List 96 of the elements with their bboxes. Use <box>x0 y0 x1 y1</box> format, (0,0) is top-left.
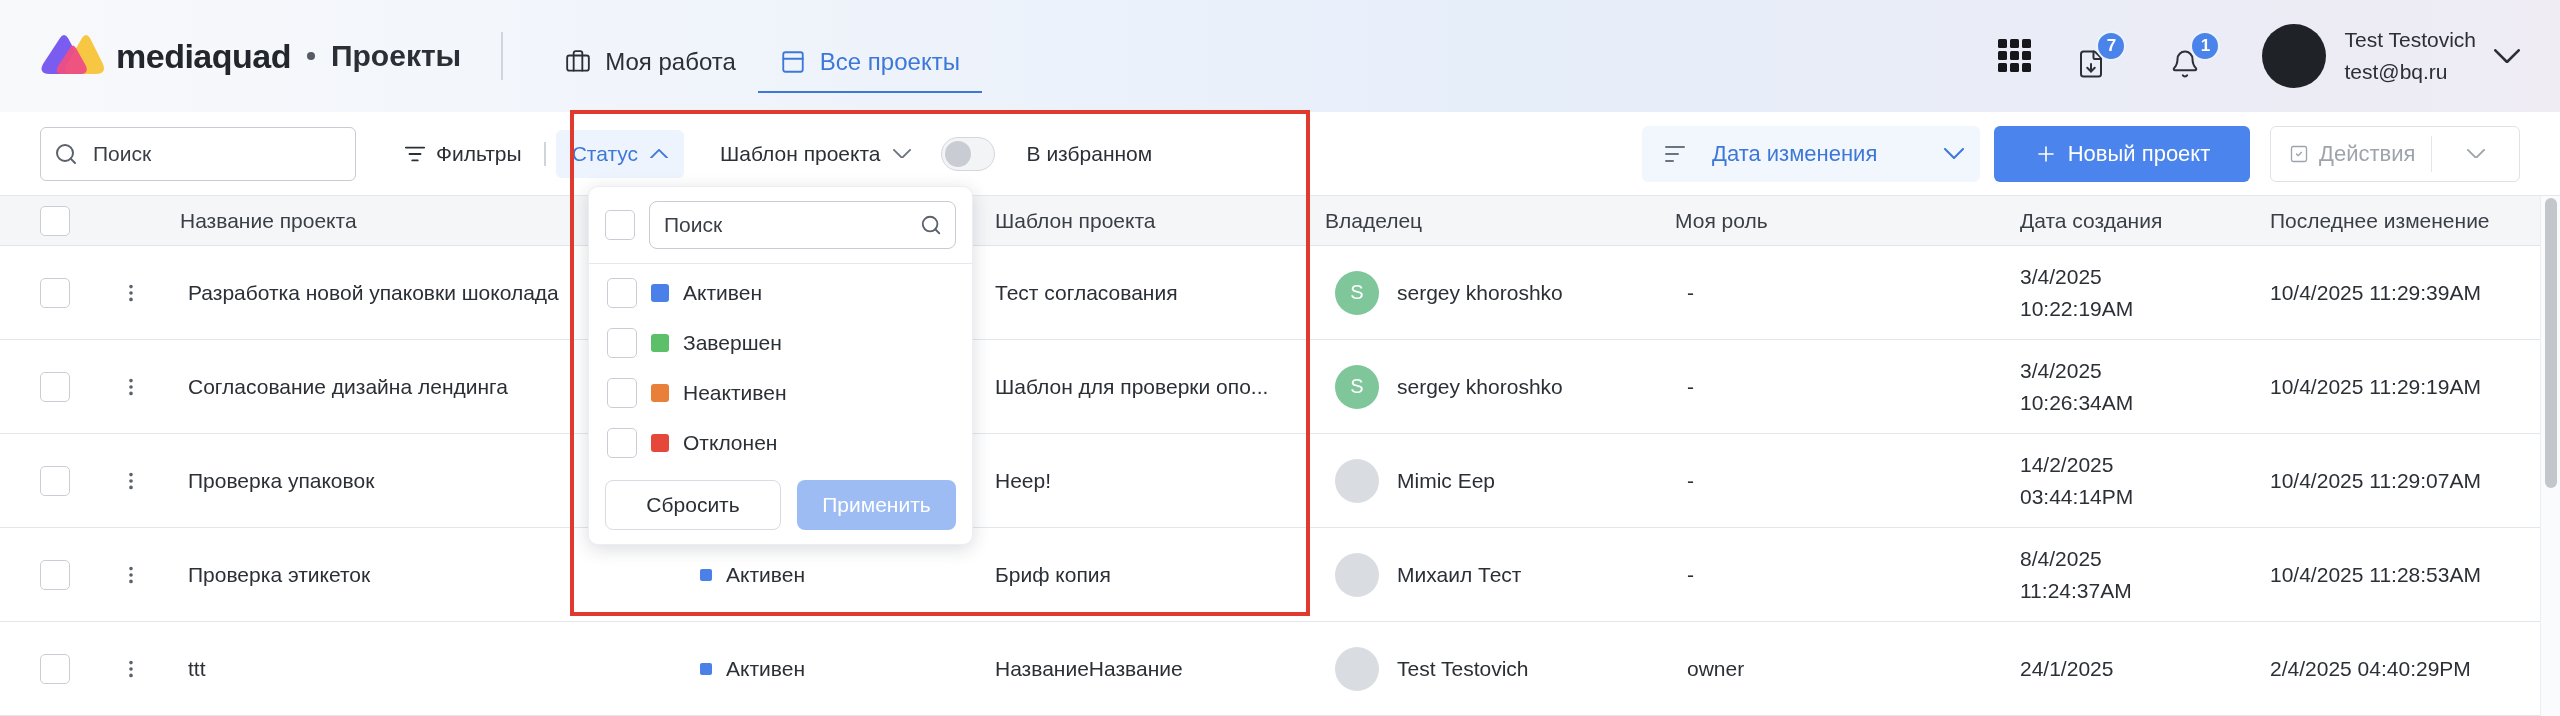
search-icon <box>920 214 942 236</box>
role-text: - <box>1687 374 1694 399</box>
avatar-photo <box>1335 552 1379 597</box>
user-email: test@bq.ru <box>2344 60 2449 84</box>
row-checkbox[interactable] <box>40 653 70 684</box>
project-name[interactable]: ttt <box>188 656 206 681</box>
section-title: Проекты <box>331 39 462 73</box>
option-label[interactable]: Неактивен <box>683 381 787 405</box>
count-badge: 1 <box>2190 31 2221 61</box>
user-name: Test Testovich <box>2344 28 2476 52</box>
modified-date: 2/4/2025 04:40:29PM <box>2270 656 2471 681</box>
select-all-checkbox[interactable] <box>605 210 635 240</box>
role-text: owner <box>1687 656 1745 681</box>
created-time: 10:26:34AM <box>2020 390 2135 415</box>
sort-select[interactable]: Дата изменения <box>1642 125 1980 182</box>
option-checkbox[interactable] <box>607 328 637 358</box>
created-date: 8/4/2025 <box>2020 546 2103 571</box>
modified-date: 10/4/2025 11:29:07AM <box>2270 468 2481 493</box>
dropdown-search-field[interactable]: Поиск <box>649 201 956 249</box>
option-checkbox[interactable] <box>607 428 637 458</box>
column-header: Владелец <box>1325 208 1423 233</box>
chevron-down-icon <box>892 148 911 159</box>
column-header: Название проекта <box>180 208 357 233</box>
template-name: Бриф копия <box>995 562 1111 587</box>
owner-name: Test Testovich <box>1397 656 1529 681</box>
option-checkbox[interactable] <box>607 378 637 408</box>
project-name[interactable]: Проверка упаковок <box>188 468 375 493</box>
template-filter[interactable]: Шаблон проекта <box>704 129 927 178</box>
project-name[interactable]: Согласование дизайна лендинга <box>188 374 508 399</box>
search-field[interactable]: Поиск <box>40 126 356 181</box>
row-checkbox[interactable] <box>40 277 70 308</box>
created-time: 03:44:14PM <box>2020 484 2135 509</box>
created-date: 24/1/2025 <box>2020 656 2115 681</box>
created-time: 10:22:19AM <box>2020 296 2135 321</box>
notifications-button[interactable]: 1 <box>2168 31 2221 81</box>
column-header: Дата создания <box>2020 208 2163 233</box>
window-icon <box>779 49 806 75</box>
scrollbar-thumb[interactable] <box>2545 198 2557 488</box>
logo-text: mediaquad <box>116 36 291 76</box>
role-text: - <box>1687 468 1694 493</box>
separator-dot <box>307 52 315 60</box>
modified-date: 10/4/2025 11:29:39AM <box>2270 280 2481 305</box>
owner-name: Михаил Тест <box>1397 562 1522 587</box>
apps-grid-icon[interactable] <box>1998 39 2033 73</box>
project-name[interactable]: Разработка новой упаковки шоколада <box>188 280 559 305</box>
row-checkbox[interactable] <box>40 465 70 496</box>
status-text: Активен <box>726 656 805 681</box>
chevron-down-icon <box>2466 148 2485 159</box>
owner-name: sergey khoroshko <box>1397 280 1563 305</box>
avatar-photo <box>1335 458 1379 503</box>
sort-icon <box>1664 143 1688 164</box>
option-label[interactable]: Отклонен <box>683 431 778 455</box>
status-text: Активен <box>726 562 805 587</box>
template-name: Heep! <box>995 468 1052 493</box>
column-header: Моя роль <box>1675 208 1768 233</box>
status-filter[interactable]: Статус <box>555 129 685 178</box>
owner-name: Mimic Eep <box>1397 468 1496 493</box>
chevron-down-icon[interactable] <box>2494 48 2520 64</box>
count-badge: 7 <box>2096 31 2127 61</box>
avatar-initial: S <box>1335 364 1379 409</box>
created-date: 3/4/2025 <box>2020 358 2103 383</box>
template-name: НазваниеНазвание <box>995 656 1183 681</box>
column-header: Последнее изменение <box>2270 208 2490 233</box>
chevron-up-icon <box>650 148 669 159</box>
option-label[interactable]: Завершен <box>683 331 782 355</box>
filters-button[interactable]: Фильтры <box>392 133 534 174</box>
role-text: - <box>1687 280 1694 305</box>
modified-date: 10/4/2025 11:28:53AM <box>2270 562 2481 587</box>
row-checkbox[interactable] <box>40 559 70 590</box>
briefcase-icon <box>565 49 592 75</box>
toggle-label: В избранном <box>1026 141 1153 166</box>
avatar-photo <box>1335 646 1379 691</box>
checkbox-icon <box>2289 143 2309 164</box>
chevron-down-icon <box>1944 148 1964 159</box>
column-header: Шаблон проекта <box>995 208 1156 233</box>
created-date: 3/4/2025 <box>2020 264 2103 289</box>
search-icon <box>54 141 78 166</box>
template-name: Шаблон для проверки опо... <box>995 374 1269 399</box>
created-date: 14/2/2025 <box>2020 452 2115 477</box>
project-name[interactable]: Проверка этикеток <box>188 562 371 587</box>
select-all-checkbox[interactable] <box>40 205 70 236</box>
reset-button[interactable]: Сбросить <box>605 480 781 530</box>
owner-name: sergey khoroshko <box>1397 374 1563 399</box>
nav-tab[interactable]: Все проекты <box>757 33 982 93</box>
nav-tab[interactable]: Моя работа <box>543 33 758 93</box>
row-checkbox[interactable] <box>40 371 70 402</box>
new-project-button[interactable]: Новый проект <box>1994 125 2250 182</box>
avatar-initial: S <box>1335 270 1379 315</box>
modified-date: 10/4/2025 11:29:19AM <box>2270 374 2481 399</box>
favorites-toggle[interactable] <box>940 136 995 171</box>
template-name: Тест согласования <box>995 280 1178 305</box>
created-time: 11:24:37AM <box>2020 578 2133 603</box>
option-checkbox[interactable] <box>607 278 637 308</box>
option-label[interactable]: Активен <box>683 281 762 305</box>
role-text: - <box>1687 562 1694 587</box>
downloads-button[interactable]: 7 <box>2074 31 2127 81</box>
